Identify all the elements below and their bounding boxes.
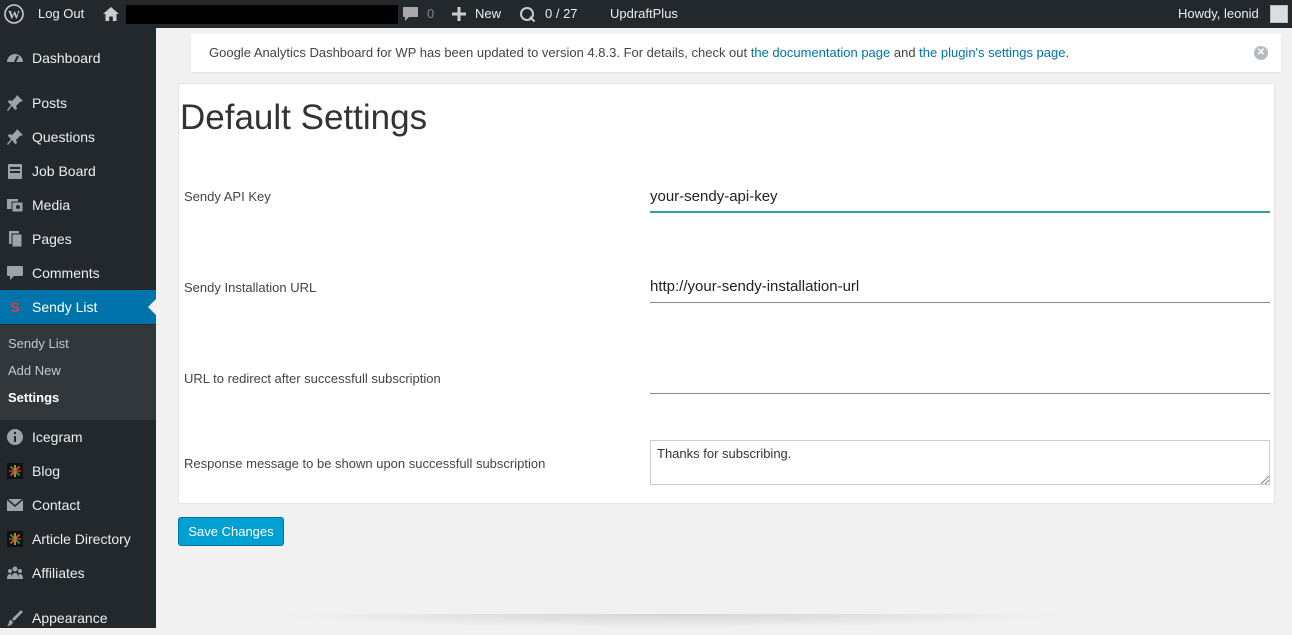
mail-icon <box>6 496 24 514</box>
pin-icon <box>6 128 24 146</box>
logout-link[interactable]: Log Out <box>38 0 84 28</box>
documentation-link[interactable]: the documentation page <box>751 45 891 60</box>
svg-text:W: W <box>8 8 20 22</box>
installation-url-input[interactable] <box>650 271 1270 303</box>
menu-label: Blog <box>32 463 61 479</box>
logout-label: Log Out <box>38 6 85 21</box>
notice-text: Google Analytics Dashboard for WP has be… <box>209 45 751 60</box>
api-key-input[interactable] <box>650 181 1270 213</box>
svg-text:S: S <box>10 299 19 315</box>
menu-blog[interactable]: Blog <box>0 454 156 488</box>
menu-posts[interactable]: Posts <box>0 86 156 120</box>
api-key-label: Sendy API Key <box>184 189 271 204</box>
comment-icon <box>6 264 24 282</box>
info-icon <box>6 428 24 446</box>
plugin-settings-link[interactable]: the plugin's settings page <box>919 45 1065 60</box>
howdy-user[interactable]: Howdy, leonid <box>1178 0 1259 28</box>
menu-label: Icegram <box>32 429 83 445</box>
notice-message: Google Analytics Dashboard for WP has be… <box>209 34 1069 72</box>
menu-contact[interactable]: Contact <box>0 488 156 522</box>
notice-text: . <box>1065 45 1070 60</box>
footer-shadow <box>270 614 1070 628</box>
menu-icegram[interactable]: Icegram <box>0 420 156 454</box>
wordpress-logo-icon[interactable]: W <box>4 4 24 24</box>
media-icon <box>6 196 24 214</box>
response-message-label: Response message to be shown upon succes… <box>184 456 546 471</box>
avatar[interactable] <box>1270 5 1288 23</box>
menu-label: Contact <box>32 497 81 513</box>
menu-label: Pages <box>32 231 72 247</box>
sendy-icon: S <box>6 298 24 316</box>
menu-questions[interactable]: Questions <box>0 120 156 154</box>
brush-icon <box>6 609 24 627</box>
redirect-url-label: URL to redirect after successfull subscr… <box>184 371 441 386</box>
menu-affiliates[interactable]: Affiliates <box>0 556 156 590</box>
menu-label: Questions <box>32 129 96 145</box>
menu-label: Affiliates <box>32 565 85 581</box>
menu-label: Media <box>32 197 71 213</box>
redacted-site-name <box>126 5 398 24</box>
briefcase-icon <box>6 162 24 180</box>
star-icon <box>6 530 24 548</box>
counter-text[interactable]: 0 / 27 <box>545 0 578 28</box>
updraftplus-link[interactable]: UpdraftPlus <box>610 0 678 28</box>
submenu-sendy-list[interactable]: Sendy List <box>8 336 69 351</box>
menu-label: Dashboard <box>32 50 101 66</box>
search-counter-icon[interactable] <box>519 6 536 23</box>
pin-icon <box>6 94 24 112</box>
menu-label: Posts <box>32 95 68 111</box>
comment-bubble-icon[interactable] <box>402 6 419 22</box>
sendy-submenu: Sendy List Add New Settings <box>0 325 156 420</box>
dashboard-icon <box>6 49 24 67</box>
menu-job-board[interactable]: Job Board <box>0 154 156 188</box>
menu-label: Appearance <box>32 610 108 626</box>
menu-sendy-list[interactable]: S Sendy List <box>0 290 156 324</box>
dismiss-icon[interactable]: ✕ <box>1254 46 1268 60</box>
star-icon <box>6 462 24 480</box>
menu-pages[interactable]: Pages <box>0 222 156 256</box>
group-icon <box>6 564 24 582</box>
comments-count[interactable]: 0 <box>427 0 434 28</box>
notice-text: and <box>890 45 920 60</box>
save-changes-button[interactable]: Save Changes <box>178 517 284 546</box>
admin-bar: W Log Out 0 New 0 / 27 UpdraftPlus Howdy… <box>0 0 1292 28</box>
menu-article-directory[interactable]: Article Directory <box>0 522 156 556</box>
redirect-url-input[interactable] <box>650 362 1270 394</box>
submenu-settings[interactable]: Settings <box>8 390 59 405</box>
menu-label: Article Directory <box>32 531 131 547</box>
page-title: Default Settings <box>180 98 428 137</box>
menu-label: Sendy List <box>32 299 98 315</box>
pages-icon <box>6 230 24 248</box>
response-message-textarea[interactable]: Thanks for subscribing. <box>650 440 1270 485</box>
new-content-link[interactable]: New <box>475 0 501 28</box>
plus-icon[interactable] <box>452 7 466 21</box>
menu-label: Job Board <box>32 163 96 179</box>
resize-handle-icon[interactable] <box>1261 476 1269 484</box>
update-notice: Google Analytics Dashboard for WP has be… <box>191 34 1281 72</box>
submenu-add-new[interactable]: Add New <box>8 363 61 378</box>
menu-dashboard[interactable]: Dashboard <box>0 41 156 75</box>
settings-panel: Default Settings Sendy API Key Sendy Ins… <box>178 83 1275 504</box>
menu-comments[interactable]: Comments <box>0 256 156 290</box>
menu-media[interactable]: Media <box>0 188 156 222</box>
menu-label: Comments <box>32 265 100 281</box>
menu-appearance[interactable]: Appearance <box>0 601 156 635</box>
admin-sidebar: Dashboard Posts Questions Job Board Medi… <box>0 28 156 628</box>
home-icon[interactable] <box>102 5 120 23</box>
installation-url-label: Sendy Installation URL <box>184 280 317 295</box>
